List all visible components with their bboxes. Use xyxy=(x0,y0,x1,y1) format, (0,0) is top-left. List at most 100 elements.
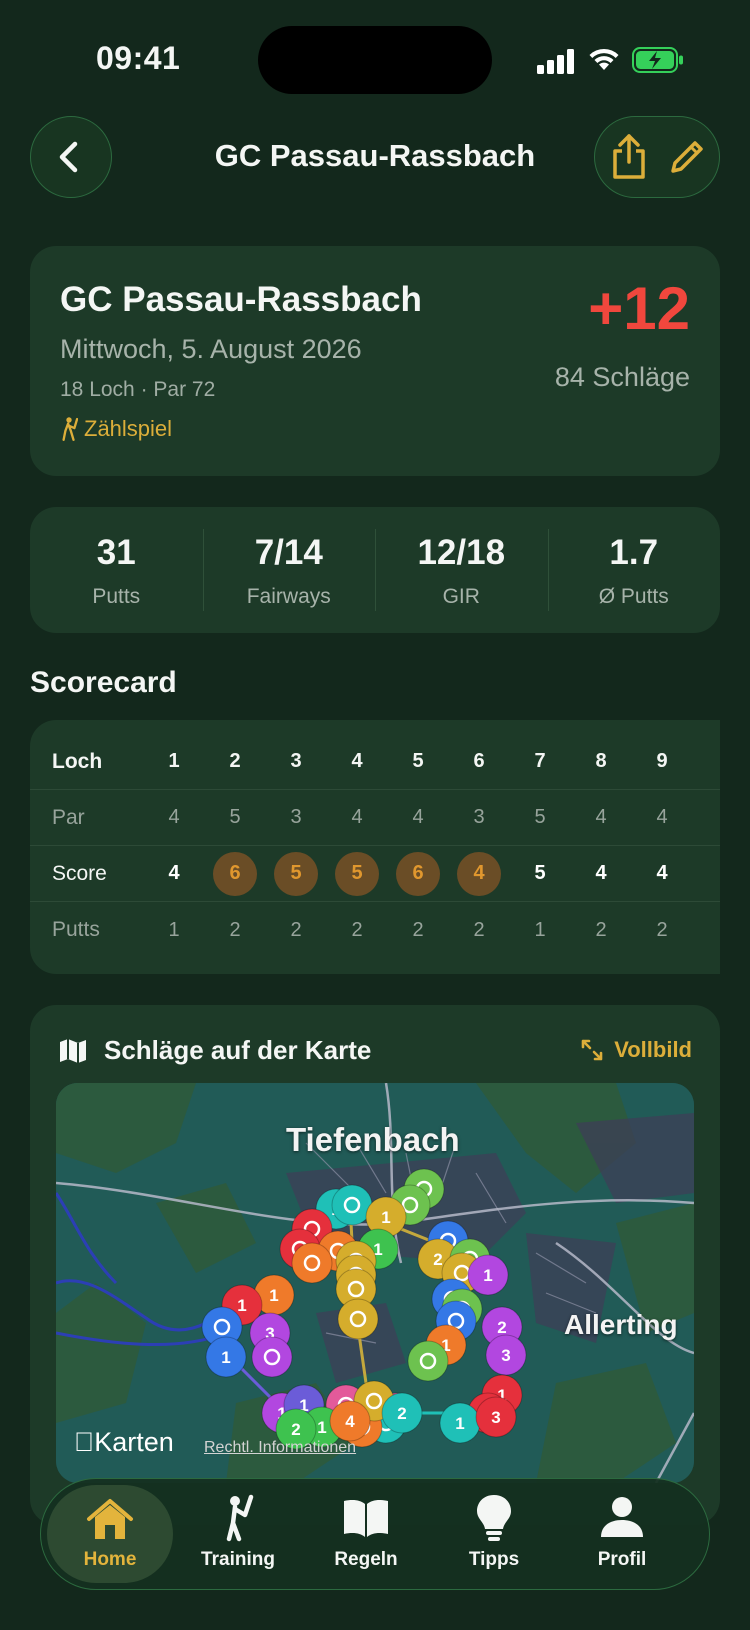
shot-marker xyxy=(337,1298,379,1340)
stat-fairways: 7/14 Fairways xyxy=(202,507,376,633)
stat-value: 7/14 xyxy=(254,533,323,572)
row-label: Score xyxy=(52,861,107,885)
shot-marker xyxy=(407,1340,449,1382)
svg-text:1: 1 xyxy=(455,1414,464,1433)
scorecard-par-cell: 5 xyxy=(229,806,241,828)
share-icon[interactable] xyxy=(609,133,649,181)
scorecard-putts-cell: 2 xyxy=(595,918,607,941)
scorecard-row-score: Score 465564544 xyxy=(30,846,720,902)
scorecard-hole-cell: 9 xyxy=(656,750,668,772)
shot-marker: 1 xyxy=(439,1402,481,1444)
stat-label: Fairways xyxy=(246,585,331,608)
stat-value: 1.7 xyxy=(609,533,659,572)
svg-text:2: 2 xyxy=(433,1250,442,1269)
back-button[interactable] xyxy=(30,116,112,198)
round-summary-card: GC Passau-Rassbach Mittwoch, 5. August 2… xyxy=(30,246,720,476)
stat-value: 12/18 xyxy=(417,533,506,572)
scorecard-putts-cell: 2 xyxy=(351,918,363,941)
scorecard-score-cell: 6 xyxy=(395,851,441,896)
row-label: Putts xyxy=(52,918,100,941)
map-title: Schläge auf der Karte xyxy=(104,1035,372,1065)
tab-tips[interactable]: Tipps xyxy=(431,1479,557,1591)
svg-text:1: 1 xyxy=(269,1286,278,1305)
status-bar: 09:41 xyxy=(0,0,750,110)
chevron-left-icon xyxy=(59,141,77,172)
round-date: Mittwoch, 5. August 2026 xyxy=(60,334,362,364)
tab-home[interactable]: Home xyxy=(47,1485,173,1583)
scorecard-putts-cell: 2 xyxy=(656,918,668,941)
legal-link[interactable]: Rechtl. Informationen xyxy=(204,1439,356,1457)
person-icon xyxy=(601,1497,643,1537)
fullscreen-button[interactable]: Vollbild xyxy=(580,1037,692,1063)
maps-attribution: Karten xyxy=(74,1427,174,1458)
svg-text:3: 3 xyxy=(491,1408,500,1427)
scorecard-table[interactable]: Loch 123456789 Par 453443544 Score 46556… xyxy=(30,720,720,974)
shot-marker: 4 xyxy=(329,1400,371,1442)
apple-logo-icon:  xyxy=(74,1427,94,1457)
tab-bar: Home Training Regeln Tipps Profil xyxy=(40,1478,710,1590)
relative-score: +12 xyxy=(588,275,690,342)
book-icon xyxy=(344,1500,388,1537)
tab-training[interactable]: Training xyxy=(175,1479,301,1591)
scorecard-putts-cell: 2 xyxy=(473,918,485,941)
scorecard-row-par: Par 4 5 3 4 4 3 5 4 4 xyxy=(30,790,720,846)
shot-marker xyxy=(291,1242,333,1284)
scorecard-hole-cell: 5 xyxy=(412,750,424,772)
scorecard-hole-cell: 1 xyxy=(168,750,180,772)
tab-profile[interactable]: Profil xyxy=(559,1479,685,1591)
stat-label: Putts xyxy=(92,585,141,608)
scorecard-title: Scorecard xyxy=(30,666,177,699)
svg-text:1: 1 xyxy=(317,1418,326,1437)
stats-card: 31 Putts 7/14 Fairways 12/18 GIR 1.7 Ø P… xyxy=(30,507,720,633)
svg-text:2: 2 xyxy=(497,1318,506,1337)
scorecard-par-cell: 3 xyxy=(473,806,485,828)
shot-marker: 2 xyxy=(381,1392,423,1434)
svg-text:2: 2 xyxy=(397,1404,406,1423)
svg-text:1: 1 xyxy=(221,1348,230,1367)
scorecard-score-cell: 4 xyxy=(656,862,668,884)
total-strokes: 84 Schläge xyxy=(554,362,690,392)
stat-label: GIR xyxy=(442,585,480,608)
scorecard-row-hole: Loch 1 2 3 4 5 6 7 8 9 xyxy=(30,734,720,790)
scorecard-score-cell: 6 xyxy=(212,851,258,896)
scorecard-putts-cell: 2 xyxy=(229,918,241,941)
scorecard-score-cell: 5 xyxy=(334,851,380,896)
map-icon xyxy=(60,1038,86,1063)
svg-text:3: 3 xyxy=(501,1346,510,1365)
game-mode-label: Zählspiel xyxy=(84,416,173,441)
tab-label: Regeln xyxy=(334,1549,398,1570)
scorecard-putts-cell: 1 xyxy=(534,918,546,941)
scorecard-score-cell: 5 xyxy=(273,851,319,896)
scorecard-score-cell: 5 xyxy=(534,862,546,884)
svg-text:1: 1 xyxy=(237,1296,246,1315)
scorecard-row-putts: Putts 1 2 2 2 2 2 1 2 2 xyxy=(30,902,720,958)
scorecard-hole-cell: 2 xyxy=(229,750,241,772)
scorecard-hole-cell: 6 xyxy=(473,750,485,772)
shot-marker: 3 xyxy=(475,1396,517,1438)
shot-map[interactable]: 111211131231211111243 Tiefenbach Allerti… xyxy=(56,1083,694,1483)
scorecard-par-cell: 4 xyxy=(351,806,363,828)
pencil-icon[interactable] xyxy=(667,137,707,177)
stat-putts: 31 Putts xyxy=(30,507,203,633)
svg-text:1: 1 xyxy=(483,1266,492,1285)
scorecard-putts-cell: 2 xyxy=(412,918,424,941)
map-place-label: Allerting xyxy=(564,1309,678,1340)
shot-marker xyxy=(251,1336,293,1378)
shot-map-card: Schläge auf der Karte Vollbild 1 1 2 1 1… xyxy=(30,1005,720,1525)
scorecard-par-cell: 3 xyxy=(290,806,302,828)
golfer-icon xyxy=(226,1494,254,1542)
svg-text:2: 2 xyxy=(291,1420,300,1439)
header-actions xyxy=(594,116,720,198)
scorecard-par-cell: 4 xyxy=(412,806,424,828)
scorecard-hole-cell: 8 xyxy=(595,750,607,772)
round-meta: 18 Loch · Par 72 xyxy=(60,378,216,401)
scorecard-putts-cell: 2 xyxy=(290,918,302,941)
svg-text:1: 1 xyxy=(381,1208,390,1227)
shot-marker: 1 xyxy=(205,1336,247,1378)
tab-rules[interactable]: Regeln xyxy=(303,1479,429,1591)
wifi-icon xyxy=(589,48,619,70)
scorecard-par-cell: 5 xyxy=(534,806,546,828)
scorecard-score-cell: 4 xyxy=(456,851,502,896)
scorecard-hole-cell: 7 xyxy=(534,750,546,772)
scorecard-putts-cell: 1 xyxy=(168,918,180,941)
